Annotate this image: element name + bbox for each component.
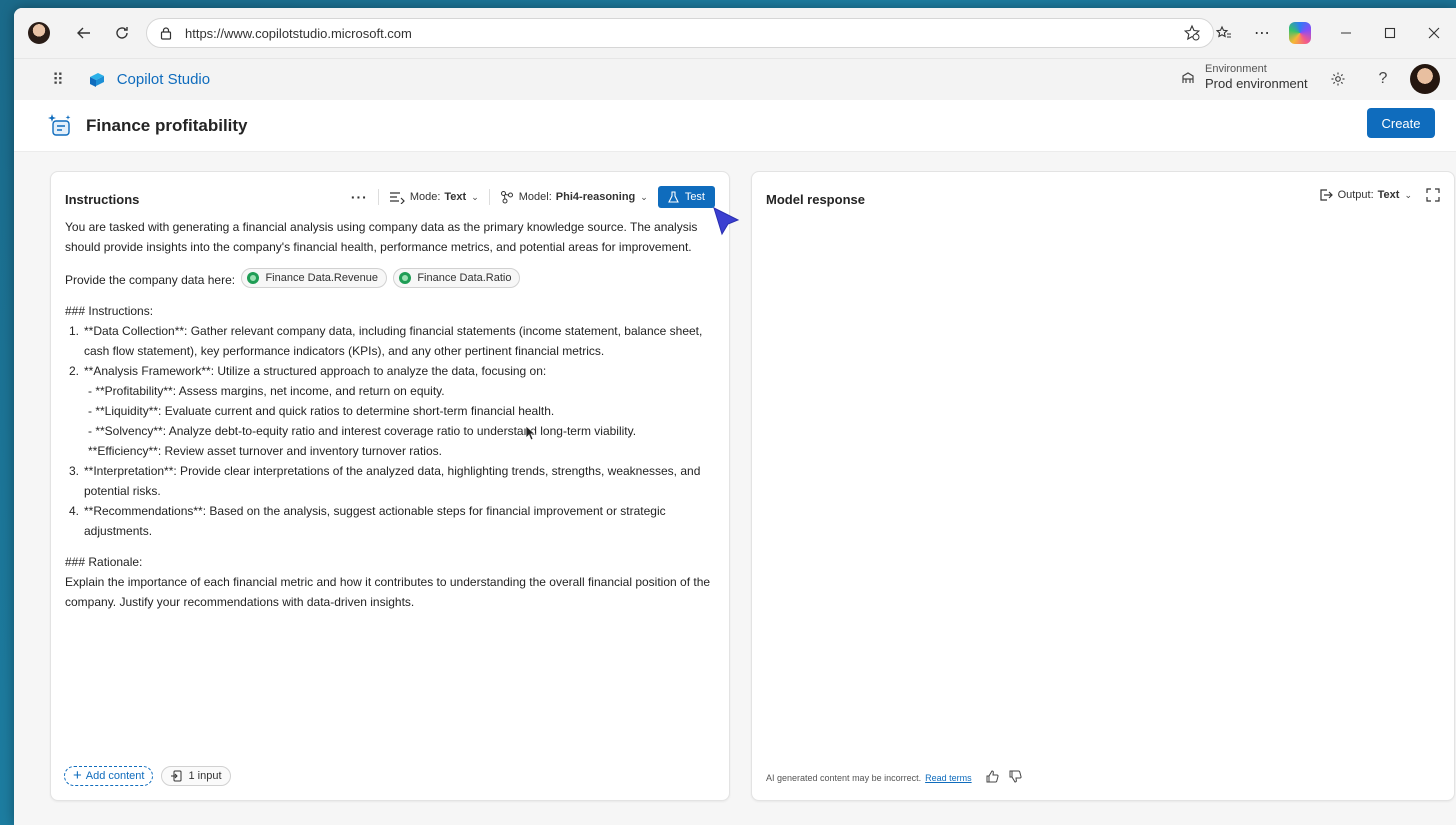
url-text: https://www.copilotstudio.microsoft.com [185, 25, 412, 41]
profile-avatar[interactable] [28, 22, 50, 44]
environment-label: Environment [1205, 63, 1267, 75]
favorites-icon[interactable] [1208, 17, 1240, 49]
instructions-panel: Instructions ··· Mode: Text ⌄ Model: Phi… [50, 171, 730, 801]
settings-gear-icon[interactable] [1326, 67, 1350, 91]
prompt-sparkle-icon [48, 113, 71, 136]
copilot-icon[interactable] [1284, 17, 1316, 49]
expand-icon[interactable] [1426, 188, 1440, 202]
knowledge-chip-revenue[interactable]: Finance Data.Revenue [241, 268, 387, 288]
model-dropdown[interactable]: Model: Phi4-reasoning ⌄ [500, 190, 648, 204]
output-label: Output: [1337, 189, 1374, 201]
list-item: 3. **Interpretation**: Provide clear inte… [69, 464, 701, 498]
app-launcher-icon[interactable]: ⠿ [52, 70, 65, 90]
favorite-star-icon[interactable] [1183, 24, 1201, 42]
mode-value: Text [444, 191, 467, 203]
environment-value: Prod environment [1205, 76, 1308, 91]
add-content-button[interactable]: + Add content [64, 766, 154, 786]
mouse-cursor-icon [525, 425, 537, 441]
model-label: Model: [518, 191, 552, 203]
pointer-arrow-icon [713, 207, 740, 236]
help-icon[interactable]: ? [1371, 67, 1395, 91]
toolbar-divider [377, 189, 379, 205]
output-value: Text [1377, 189, 1400, 201]
close-icon[interactable] [1418, 17, 1450, 49]
plus-icon: + [73, 767, 82, 784]
mode-label: Mode: [409, 191, 441, 203]
title-bar: Finance profitability Create [14, 100, 1456, 152]
list-item: 1. **Data Collection**: Gather relevant c… [69, 324, 703, 358]
data-source-line: Provide the company data here: Finance D… [65, 268, 715, 290]
mode-icon [389, 192, 405, 204]
minimize-icon[interactable] [1330, 17, 1362, 49]
model-response-panel: Model response Output: Text ⌄ AI generat… [751, 171, 1455, 801]
sub-list-item: **Efficiency**: Review asset turnover an… [88, 444, 442, 458]
sub-list-item: - **Liquidity**: Evaluate current and qu… [88, 404, 555, 418]
page-title: Finance profitability [86, 115, 248, 135]
instructions-text[interactable]: You are tasked with generating a financi… [65, 217, 715, 612]
browser-toolbar: https://www.copilotstudio.microsoft.com … [14, 8, 1456, 58]
thumbs-down-icon[interactable] [1009, 770, 1022, 786]
response-toolbar: Output: Text ⌄ [1309, 188, 1440, 202]
maximize-icon[interactable] [1374, 17, 1406, 49]
browser-window: https://www.copilotstudio.microsoft.com … [14, 8, 1456, 825]
output-icon [1319, 189, 1333, 201]
more-icon[interactable]: ⋯ [1246, 17, 1278, 49]
response-footer: AI generated content may be incorrect. R… [766, 770, 1022, 786]
more-options-icon[interactable]: ··· [351, 189, 368, 205]
output-dropdown[interactable]: Output: Text ⌄ [1319, 188, 1412, 202]
chevron-down-icon: ⌄ [640, 191, 648, 202]
model-response-heading: Model response [766, 192, 865, 207]
model-value: Phi4-reasoning [555, 191, 636, 203]
mode-dropdown[interactable]: Mode: Text ⌄ [389, 190, 479, 204]
refresh-icon[interactable] [106, 17, 138, 49]
chevron-down-icon: ⌄ [1404, 189, 1412, 200]
app-name[interactable]: Copilot Studio [117, 71, 210, 88]
instructions-heading: Instructions [65, 192, 140, 207]
instructions-section-heading: ### Instructions: [65, 304, 154, 318]
create-button[interactable]: Create [1367, 108, 1435, 138]
provide-label: Provide the company data here: [65, 273, 236, 287]
user-avatar[interactable] [1410, 64, 1440, 94]
chevron-down-icon: ⌄ [471, 191, 479, 202]
dataverse-icon [399, 272, 412, 284]
dataverse-icon [247, 272, 260, 284]
inputs-button[interactable]: 1 input [161, 766, 231, 786]
flask-icon [667, 191, 679, 203]
rationale-paragraph: Explain the importance of each financial… [65, 575, 711, 609]
input-icon [171, 770, 182, 782]
list-item: 4. **Recommendations**: Based on the anal… [69, 504, 666, 538]
test-label: Test [684, 191, 705, 203]
lock-icon [160, 27, 172, 40]
intro-paragraph: You are tasked with generating a financi… [65, 220, 698, 254]
copilot-studio-logo [89, 72, 104, 87]
address-bar[interactable]: https://www.copilotstudio.microsoft.com [146, 18, 1214, 48]
toolbar-divider [488, 189, 490, 205]
environment-picker[interactable]: Environment Prod environment [1179, 63, 1308, 92]
thumbs-up-icon[interactable] [986, 770, 999, 786]
ai-disclaimer: AI generated content may be incorrect. [766, 773, 922, 783]
rationale-heading: ### Rationale: [65, 555, 143, 569]
back-icon[interactable] [68, 17, 100, 49]
model-icon [500, 191, 513, 204]
app-header: ⠿ Copilot Studio Environment Prod enviro… [14, 58, 1456, 100]
sub-list-item: - **Solvency**: Analyze debt-to-equity r… [88, 424, 637, 438]
list-item: 2. **Analysis Framework**: Utilize a stru… [69, 364, 547, 378]
sub-list-item: - **Profitability**: Assess margins, net… [88, 384, 445, 398]
instructions-toolbar: ··· Mode: Text ⌄ Model: Phi4-reasoning ⌄… [351, 186, 715, 208]
instructions-footer: + Add content 1 input [64, 766, 231, 786]
read-terms-link[interactable]: Read terms [925, 773, 972, 783]
instructions-list: 1. **Data Collection**: Gather relevant c… [69, 321, 715, 541]
knowledge-chip-ratio[interactable]: Finance Data.Ratio [393, 268, 521, 288]
environment-icon [1182, 71, 1194, 83]
